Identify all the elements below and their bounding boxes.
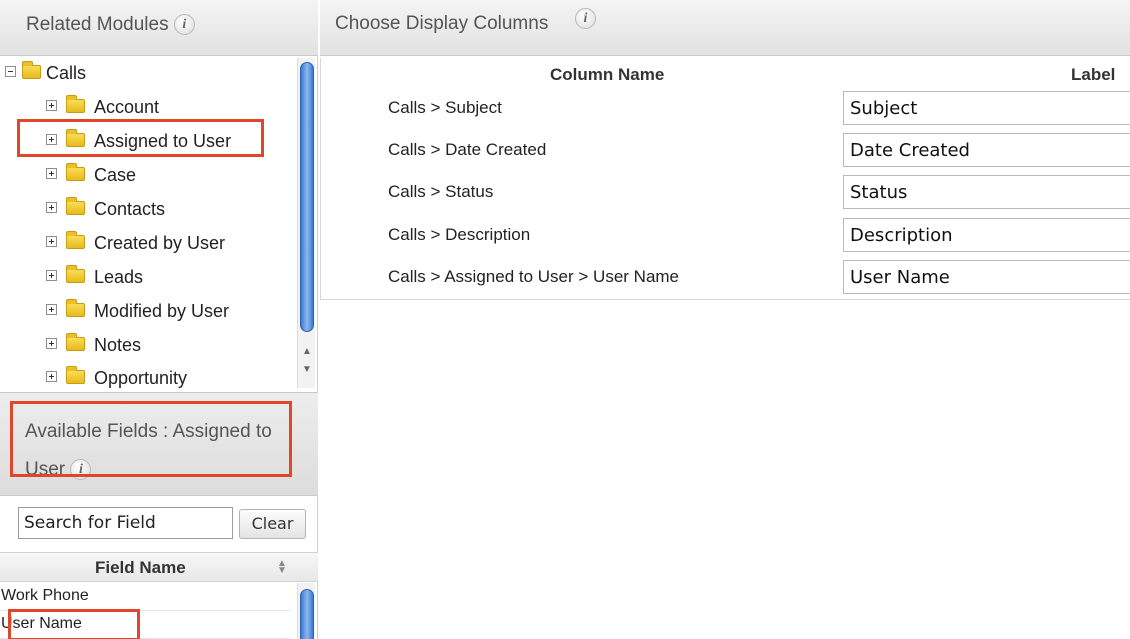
field-row-work-phone[interactable]: Work Phone bbox=[0, 583, 290, 611]
tree-node-account[interactable]: Account bbox=[0, 94, 290, 122]
folder-icon bbox=[66, 265, 85, 283]
highlight-box bbox=[17, 119, 264, 157]
tree-node-label: Created by User bbox=[94, 233, 226, 253]
fields-scrollbar[interactable] bbox=[297, 583, 315, 639]
tree-node-notes[interactable]: Notes bbox=[0, 332, 290, 360]
display-column-row[interactable]: Calls > Assigned to User > User Name bbox=[321, 257, 1130, 299]
tree-node-label: Case bbox=[94, 165, 137, 185]
tree-node-label: Notes bbox=[94, 335, 142, 355]
tree-node-label: Modified by User bbox=[94, 301, 230, 321]
display-column-row[interactable]: Calls > Subject bbox=[321, 88, 1130, 130]
folder-icon bbox=[66, 95, 85, 113]
folder-icon bbox=[66, 231, 85, 249]
expand-icon[interactable] bbox=[46, 304, 57, 315]
display-column-row[interactable]: Calls > Status bbox=[321, 172, 1130, 214]
column-name: Calls > Assigned to User > User Name bbox=[388, 267, 680, 286]
tree-node-opportunity[interactable]: Opportunity bbox=[0, 365, 290, 388]
scroll-down-icon[interactable]: ▼ bbox=[302, 364, 312, 375]
column-name: Calls > Description bbox=[388, 225, 531, 244]
folder-icon bbox=[66, 163, 85, 181]
info-icon[interactable]: i bbox=[173, 14, 195, 35]
expand-icon[interactable] bbox=[46, 371, 57, 382]
display-columns-table: Column Name Label Calls > Subject Calls … bbox=[320, 58, 1130, 300]
tree-node-label: Leads bbox=[94, 267, 144, 287]
tree-node-modified-by-user[interactable]: Modified by User bbox=[0, 298, 290, 326]
collapse-icon[interactable] bbox=[5, 66, 16, 77]
clear-button[interactable]: Clear bbox=[239, 509, 306, 539]
search-field-input[interactable] bbox=[18, 507, 233, 539]
tree-node-label: Opportunity bbox=[94, 368, 188, 388]
folder-icon bbox=[66, 299, 85, 317]
display-columns-header: Choose Display Columns i bbox=[320, 0, 1130, 56]
tree-node-label: Calls bbox=[46, 63, 87, 83]
folder-icon bbox=[66, 333, 85, 351]
column-name-header: Column Name bbox=[550, 65, 665, 84]
left-panel: Related Modules i Calls Account Assigned… bbox=[0, 0, 318, 639]
related-modules-header: Related Modules i bbox=[0, 0, 318, 56]
expand-icon[interactable] bbox=[46, 338, 57, 349]
field-label: Work Phone bbox=[1, 587, 89, 604]
tree-node-calls[interactable]: Calls bbox=[0, 60, 290, 88]
folder-icon bbox=[66, 366, 85, 384]
tree-node-contacts[interactable]: Contacts bbox=[0, 196, 290, 224]
scroll-up-icon[interactable]: ▲ bbox=[302, 346, 312, 357]
display-columns-title: Choose Display Columns bbox=[335, 13, 549, 34]
tree-node-label: Contacts bbox=[94, 199, 166, 219]
field-search-row: Clear bbox=[0, 497, 318, 549]
folder-open-icon bbox=[22, 61, 41, 79]
tree-node-label: Account bbox=[94, 97, 160, 117]
column-name: Calls > Status bbox=[388, 182, 494, 201]
scrollbar-thumb[interactable] bbox=[300, 589, 314, 639]
expand-icon[interactable] bbox=[46, 236, 57, 247]
expand-icon[interactable] bbox=[46, 168, 57, 179]
column-name: Calls > Subject bbox=[388, 98, 502, 117]
related-modules-title: Related Modules bbox=[26, 14, 169, 35]
field-name-header[interactable]: Field Name ▲ ▼ bbox=[0, 552, 318, 582]
scrollbar-thumb[interactable] bbox=[300, 62, 314, 332]
expand-icon[interactable] bbox=[46, 270, 57, 281]
display-column-row[interactable]: Calls > Date Created bbox=[321, 130, 1130, 172]
display-column-row[interactable]: Calls > Description bbox=[321, 215, 1130, 257]
sort-icon[interactable]: ▲ ▼ bbox=[277, 559, 287, 576]
available-fields-header: Available Fields : Assigned to User i bbox=[0, 392, 318, 496]
field-name-column-title: Field Name bbox=[95, 558, 186, 577]
column-name: Calls > Date Created bbox=[388, 140, 547, 159]
column-label-input[interactable] bbox=[843, 260, 1130, 294]
tree-node-case[interactable]: Case bbox=[0, 162, 290, 190]
highlight-box bbox=[10, 401, 292, 477]
expand-icon[interactable] bbox=[46, 100, 57, 111]
info-icon[interactable]: i bbox=[575, 8, 596, 29]
folder-icon bbox=[66, 197, 85, 215]
module-tree: Calls Account Assigned to User Case Cont… bbox=[0, 58, 292, 388]
highlight-box bbox=[8, 609, 140, 639]
column-label-input[interactable] bbox=[843, 133, 1130, 167]
column-label-input[interactable] bbox=[843, 218, 1130, 252]
expand-icon[interactable] bbox=[46, 202, 57, 213]
report-builder: Related Modules i Calls Account Assigned… bbox=[0, 0, 1130, 639]
tree-node-created-by-user[interactable]: Created by User bbox=[0, 230, 290, 258]
tree-node-leads[interactable]: Leads bbox=[0, 264, 290, 292]
tree-scrollbar[interactable]: ▲ ▼ bbox=[297, 58, 315, 388]
column-label-input[interactable] bbox=[843, 91, 1130, 125]
label-header: Label bbox=[1071, 65, 1116, 84]
column-label-input[interactable] bbox=[843, 175, 1130, 209]
